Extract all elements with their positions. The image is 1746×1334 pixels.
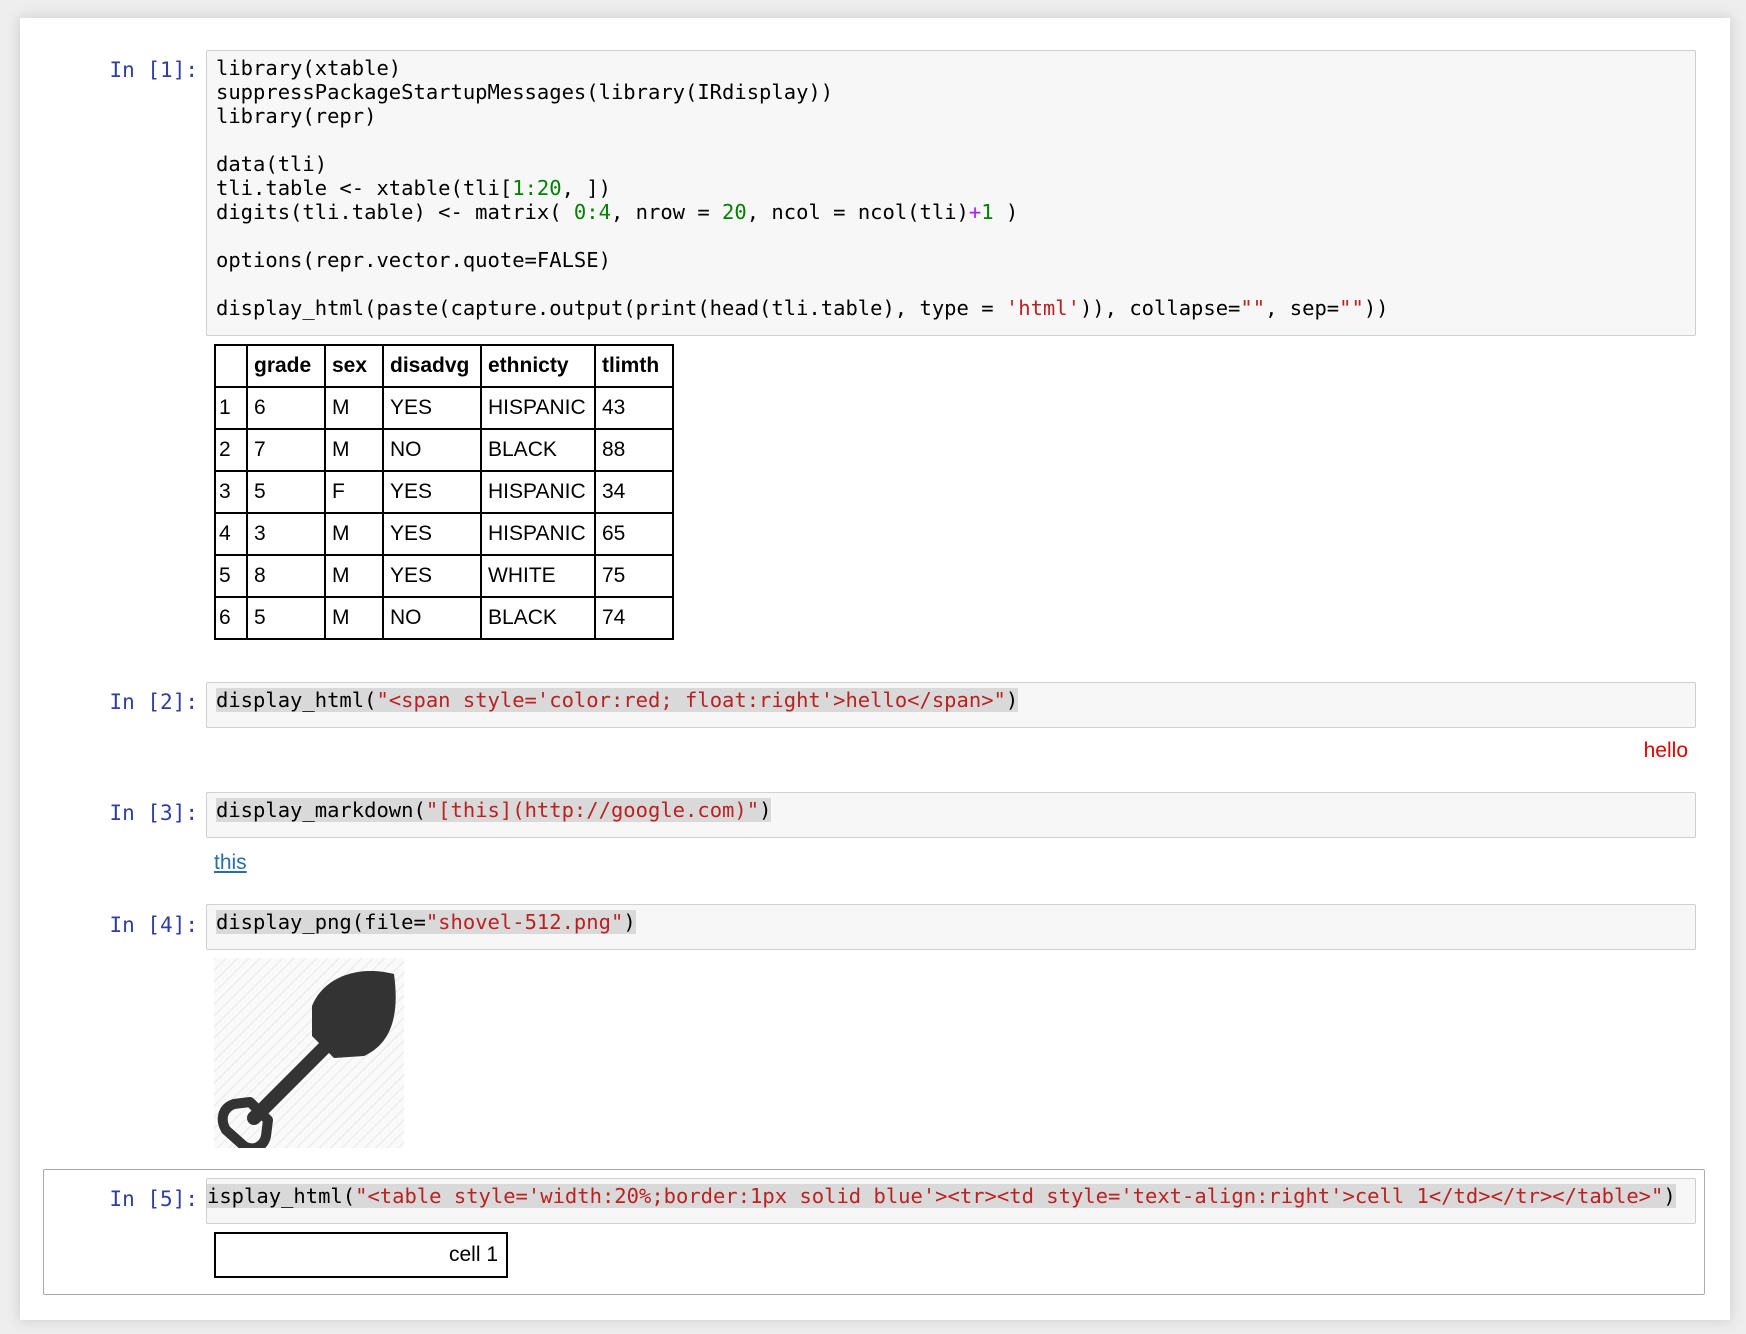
table-cell: HISPANIC [480, 512, 596, 556]
table-cell: F [324, 470, 384, 514]
table-cell: BLACK [480, 596, 596, 640]
table-cell: YES [382, 470, 482, 514]
hello-output: hello [1643, 739, 1688, 762]
table-cell: NO [382, 428, 482, 472]
table-row: 3 5 F YES HISPANIC 34 [214, 470, 674, 514]
table-cell: M [324, 386, 384, 430]
cell-2-code[interactable]: display_html("<span style='color:red; fl… [207, 683, 1695, 717]
table-cell: 8 [246, 554, 326, 598]
output-table: grade sex disadvg ethnicty tlimth 1 6 M YES HISPA… [214, 344, 674, 640]
markdown-link[interactable]: this [214, 851, 247, 875]
cell-4-input[interactable]: display_png(file="shovel-512.png") [206, 904, 1696, 950]
cell-4-prompt: In [4]: [109, 913, 198, 937]
table-cell: 65 [594, 512, 674, 556]
cell-5-input[interactable]: isplay_html("<table style='width:20%;bor… [206, 1178, 1696, 1224]
cell-1-output: grade sex disadvg ethnicty tlimth 1 6 M YES HISPA… [214, 344, 674, 640]
table-cell: 5 [214, 554, 248, 598]
table-cell: 3 [214, 470, 248, 514]
table-row: 1 6 M YES HISPANIC 43 [214, 386, 674, 430]
column-header: tlimth [594, 344, 674, 388]
table-row: 5 8 M YES WHITE 75 [214, 554, 674, 598]
table-cell: HISPANIC [480, 386, 596, 430]
column-header: disadvg [382, 344, 482, 388]
table-cell: M [324, 554, 384, 598]
shovel-icon [214, 958, 404, 1154]
cell-3-prompt: In [3]: [109, 801, 198, 825]
table-cell: 34 [594, 470, 674, 514]
png-output [214, 958, 404, 1154]
table-cell: 5 [246, 596, 326, 640]
cell-4-code[interactable]: display_png(file="shovel-512.png") [207, 905, 1695, 939]
table-cell: 5 [246, 470, 326, 514]
column-header: sex [324, 344, 384, 388]
table-cell: 1 [214, 386, 248, 430]
table-cell: 3 [246, 512, 326, 556]
table-cell: 74 [594, 596, 674, 640]
table-cell: NO [382, 596, 482, 640]
table-cell: YES [382, 386, 482, 430]
table-row: 4 3 M YES HISPANIC 65 [214, 512, 674, 556]
cell-5-prompt: In [5]: [109, 1187, 198, 1211]
cell-3-input[interactable]: display_markdown("[this](http://google.c… [206, 792, 1696, 838]
column-header: grade [246, 344, 326, 388]
table-cell: 75 [594, 554, 674, 598]
table-cell: 88 [594, 428, 674, 472]
column-header [214, 344, 248, 388]
table-cell: 6 [214, 596, 248, 640]
cell-1-table-output: cell 1 [214, 1232, 508, 1278]
table-header-row: grade sex disadvg ethnicty tlimth [214, 344, 674, 388]
column-header: ethnicty [480, 344, 596, 388]
table-cell: 7 [246, 428, 326, 472]
table-row: 6 5 M NO BLACK 74 [214, 596, 674, 640]
cell-3-code[interactable]: display_markdown("[this](http://google.c… [207, 793, 1695, 827]
table-cell: M [324, 596, 384, 640]
table-cell: 43 [594, 386, 674, 430]
table-cell: YES [382, 554, 482, 598]
table-cell: BLACK [480, 428, 596, 472]
table-cell: M [324, 428, 384, 472]
cell-2-prompt: In [2]: [109, 690, 198, 714]
cell-5-code[interactable]: isplay_html("<table style='width:20%;bor… [207, 1179, 1695, 1213]
table-cell: HISPANIC [480, 470, 596, 514]
table-row: 2 7 M NO BLACK 88 [214, 428, 674, 472]
table-cell: M [324, 512, 384, 556]
cell-2-input[interactable]: display_html("<span style='color:red; fl… [206, 682, 1696, 728]
table-cell: 6 [246, 386, 326, 430]
cell-1-code[interactable]: library(xtable) suppressPackageStartupMe… [207, 51, 1695, 325]
table-cell: 4 [214, 512, 248, 556]
table-cell: WHITE [480, 554, 596, 598]
cell-1-prompt: In [1]: [109, 58, 198, 82]
table-cell: 2 [214, 428, 248, 472]
table-cell: YES [382, 512, 482, 556]
cell-1-input[interactable]: library(xtable) suppressPackageStartupMe… [206, 50, 1696, 336]
